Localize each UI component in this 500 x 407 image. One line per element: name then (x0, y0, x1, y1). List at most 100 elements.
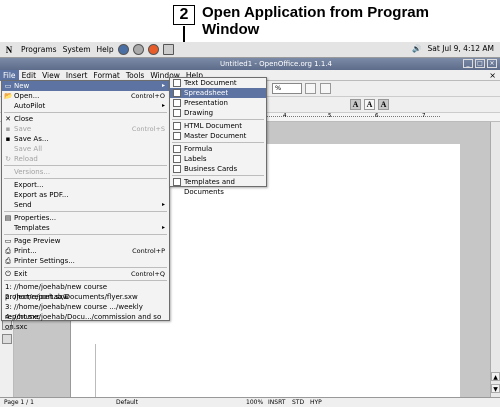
file-menu-exit[interactable]: ⏻ Exit Control+Q (2, 269, 169, 279)
menu-insert[interactable]: Insert (63, 70, 91, 81)
file-menu-exit-label: Exit (14, 270, 28, 278)
recent-file-label: 2: /home/joehab/Documents/flyer.sxw (5, 293, 138, 301)
spreadsheet-icon (173, 89, 181, 97)
status-selection-mode[interactable]: STD (292, 398, 304, 407)
formula-icon (173, 145, 181, 153)
side-toolbar-icon[interactable] (2, 334, 12, 344)
file-menu-printer-settings[interactable]: ⎙ Printer Settings... (2, 256, 169, 266)
workspace-switcher-icon[interactable] (162, 44, 174, 55)
menu-tools[interactable]: Tools (123, 70, 147, 81)
scroll-up-arrow-icon[interactable]: ▲ (491, 372, 500, 381)
new-spreadsheet-label: Spreadsheet (184, 89, 229, 97)
recent-file-item[interactable]: 1: //home/joehab/new course project/repo… (2, 282, 169, 301)
file-menu-save-as[interactable]: ▪ Save As... (2, 134, 169, 144)
new-business-cards[interactable]: Business Cards (170, 164, 266, 174)
panel-menu-help[interactable]: Help (97, 45, 114, 54)
new-spreadsheet[interactable]: Spreadsheet (170, 88, 266, 98)
toolbar-icon[interactable] (305, 83, 316, 94)
file-menu-autopilot[interactable]: AutoPilot ▸ (2, 101, 169, 111)
new-master-document[interactable]: Master Document (170, 131, 266, 141)
drawing-icon (173, 109, 181, 117)
maximize-button[interactable]: □ (475, 59, 485, 68)
file-menu-new[interactable]: ▭ New ▸ (2, 81, 169, 91)
print-icon: ⎙ (5, 247, 11, 255)
panel-clock[interactable]: Sat Jul 9, 4:12 AM (428, 44, 494, 53)
recent-file-item[interactable]: 3: //home/joehab/new course .../weekly r… (2, 302, 169, 321)
file-menu-reload-label: Reload (14, 155, 38, 163)
new-document-icon: ▭ (4, 82, 12, 90)
new-business-cards-label: Business Cards (184, 165, 238, 173)
toolbar-icon[interactable] (320, 83, 331, 94)
help-launcher-icon[interactable] (147, 44, 159, 55)
new-submenu: Text Document Spreadsheet Presentation D… (169, 77, 267, 196)
gnome-foot-icon[interactable]: N (3, 45, 15, 55)
menu-view[interactable]: View (39, 70, 63, 81)
page-preview-icon: ▭ (4, 237, 12, 245)
status-insert-mode[interactable]: INSRT (268, 398, 285, 407)
new-html-document[interactable]: HTML Document (170, 121, 266, 131)
file-menu: ▭ New ▸ 📂 Open... Control+O AutoPilot ▸ … (1, 80, 170, 331)
new-templates-and-documents[interactable]: Templates and Documents (170, 177, 266, 196)
vertical-scrollbar[interactable]: ▲ ▼ (490, 122, 500, 397)
status-hyperlink-mode[interactable]: HYP (310, 398, 322, 407)
submenu-arrow-icon: ▸ (161, 82, 165, 89)
file-menu-close[interactable]: ✕ Close (2, 114, 169, 124)
file-menu-reload[interactable]: ↻ Reload (2, 154, 169, 164)
menu-format[interactable]: Format (90, 70, 122, 81)
new-master-document-label: Master Document (184, 132, 247, 140)
file-menu-export-pdf[interactable]: Export as PDF... (2, 190, 169, 200)
close-window-button[interactable]: × (487, 59, 497, 68)
ruler-mark: 4 (283, 113, 287, 119)
file-menu-print-label: Print... (14, 247, 37, 255)
new-presentation[interactable]: Presentation (170, 98, 266, 108)
file-menu-page-preview[interactable]: ▭ Page Preview (2, 236, 169, 246)
file-menu-properties[interactable]: ▤ Properties... (2, 213, 169, 223)
file-menu-open[interactable]: 📂 Open... Control+O (2, 91, 169, 101)
save-icon: ▪ (5, 125, 11, 133)
font-button-bold[interactable]: A (350, 99, 361, 110)
recent-file-item[interactable]: 2: /home/joehab/Documents/flyer.sxw (2, 292, 169, 302)
window-titlebar[interactable]: Untitled1 - OpenOffice.org 1.1.4 _ □ × (0, 58, 500, 70)
file-menu-save-all[interactable]: Save All (2, 144, 169, 154)
text-document-icon (173, 79, 181, 87)
file-menu-print[interactable]: ⎙ Print... Control+P (2, 246, 169, 256)
new-drawing-label: Drawing (184, 109, 214, 117)
recent-file-item[interactable]: 4: //home/joehab/Docu.../commission and … (2, 312, 169, 331)
menu-file[interactable]: File (0, 69, 19, 81)
browser-launcher-icon[interactable] (117, 44, 129, 55)
panel-menu-system[interactable]: System (63, 45, 91, 54)
font-button-underline[interactable]: A (378, 99, 389, 110)
recent-file-label: 4: //home/joehab/Docu.../commission and … (5, 313, 162, 331)
new-labels[interactable]: Labels (170, 154, 266, 164)
presentation-icon (173, 99, 181, 107)
file-menu-send[interactable]: Send ▸ (2, 200, 169, 210)
file-menu-send-label: Send (14, 201, 32, 209)
new-formula[interactable]: Formula (170, 144, 266, 154)
file-menu-save[interactable]: ▪ Save Control+S (2, 124, 169, 134)
font-button-italic[interactable]: A (364, 99, 375, 110)
file-menu-templates[interactable]: Templates ▸ (2, 223, 169, 233)
submenu-arrow-icon: ▸ (161, 224, 165, 231)
panel-menu-programs[interactable]: Programs (21, 45, 57, 54)
scroll-down-arrow-icon[interactable]: ▼ (491, 384, 500, 393)
file-menu-open-label: Open... (14, 92, 40, 100)
new-text-document-label: Text Document (184, 79, 237, 87)
close-document-icon[interactable]: × (489, 71, 496, 80)
window-title: Untitled1 - OpenOffice.org 1.1.4 (220, 60, 332, 68)
new-html-document-label: HTML Document (184, 122, 242, 130)
new-drawing[interactable]: Drawing (170, 108, 266, 118)
html-document-icon (173, 122, 181, 130)
gnome-top-panel: N Programs System Help 🔊 Sat Jul 9, 4:12… (0, 42, 500, 58)
shortcut-label: Control+P (132, 247, 165, 255)
shortcut-label: Control+O (130, 92, 165, 100)
minimize-button[interactable]: _ (463, 59, 473, 68)
file-menu-versions[interactable]: Versions... (2, 167, 169, 177)
new-text-document[interactable]: Text Document (170, 78, 266, 88)
file-menu-export[interactable]: Export... (2, 180, 169, 190)
email-launcher-icon[interactable] (132, 44, 144, 55)
menu-edit[interactable]: Edit (19, 70, 40, 81)
close-icon: ✕ (5, 115, 11, 123)
zoom-field[interactable]: % (272, 83, 302, 94)
file-menu-export-label: Export... (14, 181, 44, 189)
volume-icon[interactable]: 🔊 (412, 44, 421, 53)
